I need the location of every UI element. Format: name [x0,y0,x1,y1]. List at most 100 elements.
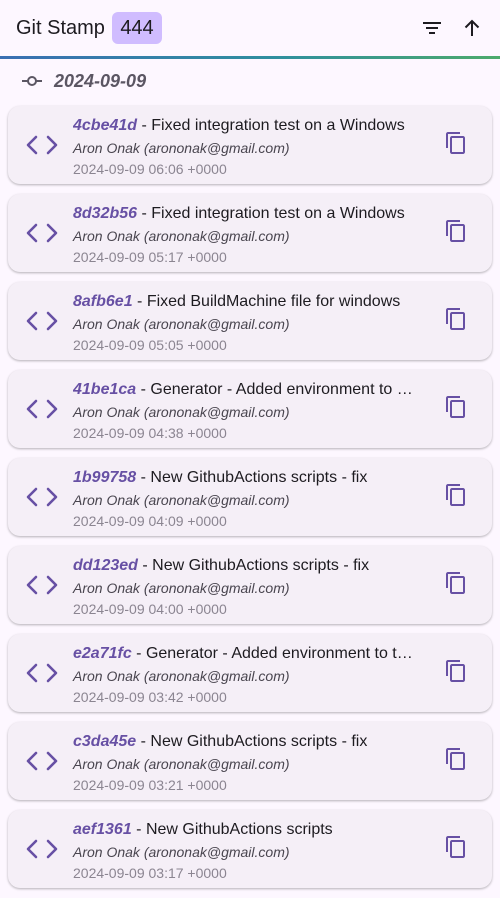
date-group-header: 2024-09-09 [22,68,146,94]
code-icon [26,837,58,861]
commit-hash[interactable]: c3da45e [73,733,136,750]
commit-author: Aron Onak (arononak@gmail.com) [73,316,290,332]
commit-details: e2a71fc - Generator - Added environment … [73,644,428,706]
commit-author: Aron Onak (arononak@gmail.com) [73,844,290,860]
commit-details: dd123ed - New GithubActions scripts - fi… [73,556,428,618]
commit-hash[interactable]: 1b99758 [73,469,136,486]
copy-button[interactable] [442,747,470,775]
commit-hash[interactable]: 8afb6e1 [73,293,133,310]
commit-separator: - [137,557,153,574]
header-divider [0,56,500,59]
copy-button[interactable] [442,131,470,159]
copy-button[interactable] [442,219,470,247]
commit-hash[interactable]: dd123ed [73,557,138,574]
commit-hash[interactable]: 8d32b56 [73,205,137,222]
code-icon [26,661,58,685]
commit-author: Aron Onak (arononak@gmail.com) [73,140,290,156]
commit-card[interactable]: 8d32b56 - Fixed integration test on a Wi… [8,194,492,272]
commit-separator: - [136,381,151,398]
commit-date: 2024-09-09 05:17 +0000 [73,249,227,265]
copy-button[interactable] [442,571,470,599]
code-icon [26,133,58,157]
commit-message: Fixed integration test on a Windows [151,205,405,222]
commit-icon [22,76,42,86]
code-icon [26,749,58,773]
commit-message: Fixed integration test on a Windows [151,117,405,134]
commit-separator: - [137,205,152,222]
commit-details: 8d32b56 - Fixed integration test on a Wi… [73,204,428,266]
commit-details: 4cbe41d - Fixed integration test on a Wi… [73,116,428,178]
copy-icon [444,483,468,512]
arrow-upward-icon [464,19,480,36]
commit-date: 2024-09-09 03:17 +0000 [73,865,227,881]
commit-date: 2024-09-09 05:05 +0000 [73,337,227,353]
commit-date: 2024-09-09 04:00 +0000 [73,601,227,617]
commit-list: 4cbe41d - Fixed integration test on a Wi… [8,106,492,898]
commit-message: Generator - Added environment to t… [145,645,413,662]
commit-separator: - [137,117,152,134]
date-group-label: 2024-09-09 [54,70,147,91]
commit-details: c3da45e - New GithubActions scripts - fi… [73,732,428,794]
commit-separator: - [131,821,146,838]
code-icon [26,397,58,421]
commit-card[interactable]: 41be1ca - Generator - Added environment … [8,370,492,448]
filter-button[interactable] [416,12,448,44]
code-icon [26,485,58,509]
copy-button[interactable] [442,835,470,863]
sort-button[interactable] [456,12,488,44]
commit-title-line: dd123ed - New GithubActions scripts - fi… [73,556,428,576]
commit-title-line: c3da45e - New GithubActions scripts - fi… [73,732,428,752]
commit-card[interactable]: 1b99758 - New GithubActions scripts - fi… [8,458,492,536]
code-icon [26,221,58,245]
commit-card[interactable]: dd123ed - New GithubActions scripts - fi… [8,546,492,624]
commit-details: 1b99758 - New GithubActions scripts - fi… [73,468,428,530]
commit-title-line: 4cbe41d - Fixed integration test on a Wi… [73,116,428,136]
commit-details: 8afb6e1 - Fixed BuildMachine file for wi… [73,292,428,354]
copy-icon [444,571,468,600]
commit-hash[interactable]: 41be1ca [73,381,136,398]
commit-separator: - [136,469,151,486]
commit-date: 2024-09-09 04:38 +0000 [73,425,227,441]
commit-hash[interactable]: 4cbe41d [73,117,137,134]
filter-list-icon [423,22,441,34]
commit-message: New GithubActions scripts - fix [152,557,370,574]
copy-icon [444,395,468,424]
copy-button[interactable] [442,395,470,423]
commit-date: 2024-09-09 03:42 +0000 [73,689,227,705]
code-icon [26,573,58,597]
commit-hash[interactable]: e2a71fc [73,645,132,662]
copy-icon [444,747,468,776]
app-title: Git Stamp [16,17,105,39]
commit-separator: - [132,293,147,310]
commit-author: Aron Onak (arononak@gmail.com) [73,756,290,772]
commit-count-badge: 444 [112,12,162,44]
commit-card[interactable]: c3da45e - New GithubActions scripts - fi… [8,722,492,800]
commit-date: 2024-09-09 03:21 +0000 [73,777,227,793]
copy-button[interactable] [442,483,470,511]
commit-author: Aron Onak (arononak@gmail.com) [73,404,290,420]
commit-hash[interactable]: aef1361 [73,821,132,838]
copy-icon [444,131,468,160]
commit-message: Generator - Added environment to … [150,381,413,398]
commit-details: aef1361 - New GithubActions scripts Aron … [73,820,428,882]
commit-card[interactable]: 8afb6e1 - Fixed BuildMachine file for wi… [8,282,492,360]
commit-author: Aron Onak (arononak@gmail.com) [73,492,290,508]
commit-title-line: aef1361 - New GithubActions scripts [73,820,428,840]
copy-icon [444,659,468,688]
copy-icon [444,219,468,248]
app-bar: Git Stamp 444 [0,0,500,56]
copy-button[interactable] [442,659,470,687]
commit-card[interactable]: aef1361 - New GithubActions scripts Aron … [8,810,492,888]
commit-author: Aron Onak (arononak@gmail.com) [73,668,290,684]
commit-details: 41be1ca - Generator - Added environment … [73,380,428,442]
commit-message: New GithubActions scripts - fix [150,733,368,750]
commit-title-line: 1b99758 - New GithubActions scripts - fi… [73,468,428,488]
commit-date: 2024-09-09 06:06 +0000 [73,161,227,177]
commit-card[interactable]: 4cbe41d - Fixed integration test on a Wi… [8,106,492,184]
commit-title-line: 8afb6e1 - Fixed BuildMachine file for wi… [73,292,428,312]
copy-icon [444,835,468,864]
copy-button[interactable] [442,307,470,335]
copy-icon [444,307,468,336]
commit-card[interactable]: e2a71fc - Generator - Added environment … [8,634,492,712]
commit-title-line: 41be1ca - Generator - Added environment … [73,380,428,400]
